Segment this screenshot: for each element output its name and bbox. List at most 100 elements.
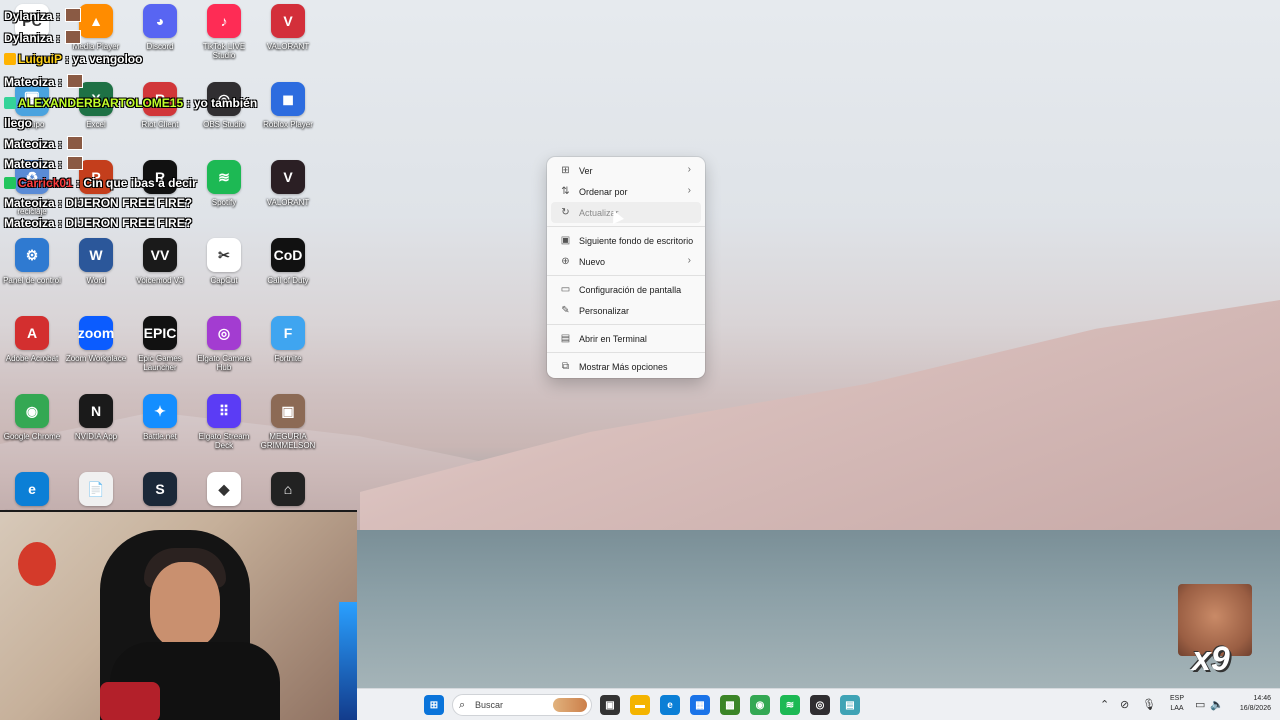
menu-item-ordenar-por[interactable]: ⇅ Ordenar por › (551, 181, 701, 202)
desktop-icon-battle-net[interactable]: ✦ Battle.net (128, 394, 192, 472)
search-highlight-badge[interactable] (553, 698, 587, 712)
desktop-icon-valorant[interactable]: V VALORANT (256, 4, 320, 82)
desktop-icon-elgato-stream-deck[interactable]: ⠿ Elgato Stream Deck (192, 394, 256, 472)
desktop-icon-label: Battle.net (143, 432, 177, 441)
network-off-icon[interactable]: ⊘ (1120, 698, 1129, 711)
chat-username: Mateoiza (4, 75, 55, 89)
chat-text: llego (4, 116, 33, 130)
menu-item-nuevo[interactable]: ⊕ Nuevo › (551, 251, 701, 272)
task-view-button[interactable]: ▣ (600, 695, 620, 715)
chat-badge-icon (4, 53, 16, 65)
menu-item-siguiente-fondo-de-escritorio[interactable]: ▣ Siguiente fondo de escritorio (551, 230, 701, 251)
valorant-icon: V (271, 160, 305, 194)
webcam-overlay (0, 510, 357, 720)
chat-separator: : (61, 52, 73, 66)
chat-separator: : (52, 9, 64, 23)
microphone-icon[interactable]: 🎙 (1142, 698, 1156, 711)
menu-item-abrir-en-terminal[interactable]: ▤ Abrir en Terminal (551, 328, 701, 349)
network-icon[interactable]: ▭ (1195, 698, 1205, 711)
chat-username: Carrick01 (18, 176, 73, 190)
menu-item-label: Nuevo (579, 256, 606, 267)
taskbar: ⊞ ▣ ▬ e ▦ ▩ ◉ ≋ ◎ ▤ ⌕ Buscar ⌃ ⊘ 🎙 ESP LAA ▭ 🔈 14… (357, 688, 1280, 720)
store-taskbar-button[interactable]: ▦ (690, 695, 710, 715)
volume-icon[interactable]: 🔈 (1210, 698, 1224, 711)
desktop-icon-voicemod-v3[interactable]: VV Voicemod V3 (128, 238, 192, 316)
taskbar-search-box[interactable]: ⌕ Buscar (452, 694, 592, 716)
spotify-taskbar-button[interactable]: ≋ (780, 695, 800, 715)
battle-net-icon: ✦ (143, 394, 177, 428)
desktop-icon-google-chrome[interactable]: ◉ Google Chrome (0, 394, 64, 472)
clock-date: 16/8/2026 (1239, 705, 1271, 712)
desktop-icon-capcut[interactable]: ✂ CapCut (192, 238, 256, 316)
desktop-icon-obs-studio[interactable]: ◎ OBS Studio (192, 82, 256, 160)
desktop-icon-adobe-acrobat[interactable]: A Adobe Acrobat (0, 316, 64, 394)
display-icon: ▭ (560, 284, 571, 295)
desktop-icon-roblox-player[interactable]: ◼ Roblox Player (256, 82, 320, 160)
monitor-glow (339, 602, 357, 720)
desktop-icon-word[interactable]: W Word (64, 238, 128, 316)
media-player-icon: ▲ (79, 4, 113, 38)
desktop-icon-label: NVIDIA App (74, 432, 118, 441)
valorant-icon: V (271, 4, 305, 38)
menu-divider (547, 352, 705, 353)
desktop-icon-tiktok-live-studio[interactable]: ♪ TikTok LIVE Studio (192, 4, 256, 82)
chevron-up-icon[interactable]: ⌃ (1100, 698, 1109, 711)
roblox-player-icon: ◼ (271, 82, 305, 116)
chat-emote-icon (65, 8, 82, 22)
desktop-icon-nvidia-app[interactable]: N NVIDIA App (64, 394, 128, 472)
desktop-icon-meguria-grimmelson[interactable]: ▣ MEGURIA GRIMMELSON (256, 394, 320, 472)
edge-taskbar-button[interactable]: e (660, 695, 680, 715)
search-placeholder: Buscar (475, 700, 504, 710)
language-code: ESP (1169, 695, 1184, 702)
obs-taskbar-button[interactable]: ◎ (810, 695, 830, 715)
desktop-icon-fortnite[interactable]: F Fortnite (256, 316, 320, 394)
menu-item-configuracion-de-pantalla[interactable]: ▭ Configuración de pantalla (551, 279, 701, 300)
chat-separator: : (54, 216, 66, 230)
chat-text: ya vengoloo (72, 52, 143, 66)
desktop-icon-spotify[interactable]: ≋ Spotify (192, 160, 256, 238)
spotify-icon: ≋ (207, 160, 241, 194)
notepad-taskbar-button[interactable]: ▤ (840, 695, 860, 715)
chat-message: ALEXANDERBARTOLOME15 : yo también (4, 96, 257, 110)
menu-item-label: Configuración de pantalla (579, 284, 682, 295)
desktop-icon-discord[interactable]: ◕ Discord (128, 4, 192, 82)
start-button[interactable]: ⊞ (424, 695, 444, 715)
menu-item-personalizar[interactable]: ✎ Personalizar (551, 300, 701, 321)
language-indicator[interactable]: ESP LAA (1165, 694, 1189, 714)
menu-item-mostrar-mas-opciones[interactable]: ⧉ Mostrar Más opciones (551, 356, 701, 377)
minecraft-taskbar-button[interactable]: ▩ (720, 695, 740, 715)
menu-item-ver[interactable]: ⊞ Ver › (551, 160, 701, 181)
file-explorer-button[interactable]: ▬ (630, 695, 650, 715)
menu-item-actualizar[interactable]: ↻ Actualizar (551, 202, 701, 223)
desktop-icon-zoom-workplace[interactable]: zoom Zoom Workplace (64, 316, 128, 394)
menu-item-label: Mostrar Más opciones (579, 361, 668, 372)
menu-item-label: Abrir en Terminal (579, 333, 647, 344)
desktop-icon-valorant[interactable]: V VALORANT (256, 160, 320, 238)
word-icon: W (79, 238, 113, 272)
desktop-icon-label: Excel (86, 120, 106, 129)
chat-emote-icon (65, 30, 82, 44)
fortnite-icon: F (271, 316, 305, 350)
desktop-icon-label: Spotify (211, 198, 237, 207)
panel-de-control-icon: ⚙ (15, 238, 49, 272)
desktop-icon-elgato-camera-hub[interactable]: ◎ Elgato Camera Hub (192, 316, 256, 394)
chat-badge-icon (4, 177, 16, 189)
desktop-icon-riot-client[interactable]: R Riot Client (128, 82, 192, 160)
chat-message: Mateoiza : (4, 156, 84, 171)
clock[interactable]: 14:46 16/8/2026 (1227, 694, 1271, 714)
keyboard-layout: LAA (1170, 705, 1184, 712)
elgato-stream-deck-icon: ⠿ (207, 394, 241, 428)
desktop-icon-epic-games-launcher[interactable]: EPIC Epic Games Launcher (128, 316, 192, 394)
chrome-taskbar-button[interactable]: ◉ (750, 695, 770, 715)
desktop-icon-call-of-duty[interactable]: CoD Call of Duty (256, 238, 320, 316)
desktop-icon-label: TikTok LIVE Studio (202, 42, 246, 60)
chat-badge-icon (4, 97, 16, 109)
desktop-icon-label: Riot Client (141, 120, 179, 129)
microsoft-edge-icon: e (15, 472, 49, 506)
desktop-icon-panel-de-control[interactable]: ⚙ Panel de control (0, 238, 64, 316)
nvidia-app-icon: N (79, 394, 113, 428)
chat-separator: : (54, 75, 66, 89)
wallpaper-icon: ▣ (560, 235, 571, 246)
chat-text: DIJERON FREE FIRE? (65, 196, 193, 210)
desktop-icon-label: VALORANT (266, 198, 310, 207)
